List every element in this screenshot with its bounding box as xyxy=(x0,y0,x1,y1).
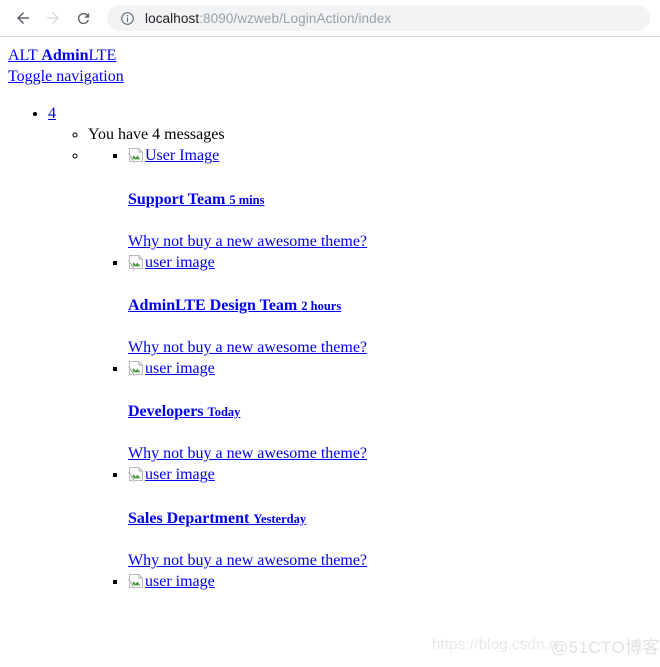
url-path: :8090/wzweb/LoginAction/index xyxy=(199,10,392,26)
page-content: ALT AdminLTE Toggle navigation 4 You hav… xyxy=(0,37,660,667)
url-text: localhost:8090/wzweb/LoginAction/index xyxy=(145,11,391,26)
brand-line: ALT AdminLTE xyxy=(8,45,652,66)
message-item: user image xyxy=(127,571,652,592)
forward-arrow-icon xyxy=(47,12,59,24)
message-time: 5 mins xyxy=(229,192,265,207)
browser-toolbar: localhost:8090/wzweb/LoginAction/index xyxy=(0,0,660,37)
navbar-list: 4 You have 4 messages xyxy=(8,103,652,592)
messages-list: User Image Support Team 5 mins Why not b… xyxy=(88,145,652,591)
broken-image-icon xyxy=(127,573,144,589)
message-time: Yesterday xyxy=(253,511,307,526)
message-image-alt: User Image xyxy=(145,147,220,165)
message-time: 2 hours xyxy=(301,298,342,313)
reload-button[interactable] xyxy=(68,4,98,32)
back-button[interactable] xyxy=(8,4,38,32)
message-link[interactable]: user image xyxy=(127,253,215,271)
message-link[interactable]: user image xyxy=(127,572,215,590)
back-arrow-icon xyxy=(17,12,29,24)
messages-menu-item: 4 You have 4 messages xyxy=(48,103,652,592)
message-item: User Image Support Team 5 mins Why not b… xyxy=(127,145,652,252)
message-body-link[interactable]: Why not buy a new awesome theme? xyxy=(128,443,652,464)
address-bar[interactable]: localhost:8090/wzweb/LoginAction/index xyxy=(107,5,650,31)
broken-image-icon xyxy=(127,147,144,164)
message-sender-link[interactable]: Developers Today xyxy=(128,401,652,422)
broken-image-icon xyxy=(127,360,144,377)
brand-suffix: LTE xyxy=(88,47,117,64)
brand-link[interactable]: ALT AdminLTE xyxy=(8,47,116,64)
message-time: Today xyxy=(207,405,241,420)
site-information-icon[interactable] xyxy=(119,10,135,26)
messages-dropdown-header: You have 4 messages xyxy=(88,124,652,145)
reload-icon xyxy=(77,12,89,24)
message-sender: Support Team xyxy=(128,190,226,208)
message-link[interactable]: user image xyxy=(127,466,215,484)
message-sender: AdminLTE Design Team xyxy=(128,296,298,314)
forward-button[interactable] xyxy=(38,4,68,32)
message-sender: Developers xyxy=(128,403,204,421)
message-body-link[interactable]: Why not buy a new awesome theme? xyxy=(128,231,652,252)
broken-image-icon xyxy=(127,254,144,270)
message-image-alt: user image xyxy=(145,572,215,590)
broken-image-icon xyxy=(127,466,144,483)
message-image-alt: user image xyxy=(145,253,215,271)
message-link[interactable]: User Image xyxy=(127,147,220,165)
info-circle-icon xyxy=(120,11,134,25)
message-sender-link[interactable]: Sales Department Yesterday xyxy=(128,508,652,529)
brand-prefix: ALT xyxy=(8,47,42,64)
url-host: localhost xyxy=(145,10,200,26)
notification-count-link[interactable]: 4 xyxy=(48,105,56,122)
message-item: user image Sales Department Yesterday Wh… xyxy=(127,464,652,571)
messages-list-wrapper: User Image Support Team 5 mins Why not b… xyxy=(88,145,652,591)
message-item: user image Developers Today Why not buy … xyxy=(127,358,652,464)
message-body-link[interactable]: Why not buy a new awesome theme? xyxy=(128,337,652,358)
message-image-alt: user image xyxy=(145,466,215,484)
message-link[interactable]: user image xyxy=(127,360,215,378)
message-body-link[interactable]: Why not buy a new awesome theme? xyxy=(128,550,652,571)
message-item: user image AdminLTE Design Team 2 hours … xyxy=(127,252,652,358)
message-sender: Sales Department xyxy=(128,509,250,527)
toggle-navigation-line: Toggle navigation xyxy=(8,66,652,87)
message-image-alt: user image xyxy=(145,360,215,378)
toggle-navigation-link[interactable]: Toggle navigation xyxy=(8,68,124,85)
message-sender-link[interactable]: AdminLTE Design Team 2 hours xyxy=(128,295,652,316)
messages-dropdown: You have 4 messages xyxy=(48,124,652,592)
message-sender-link[interactable]: Support Team 5 mins xyxy=(128,189,652,210)
brand-bold: Admin xyxy=(41,47,89,64)
